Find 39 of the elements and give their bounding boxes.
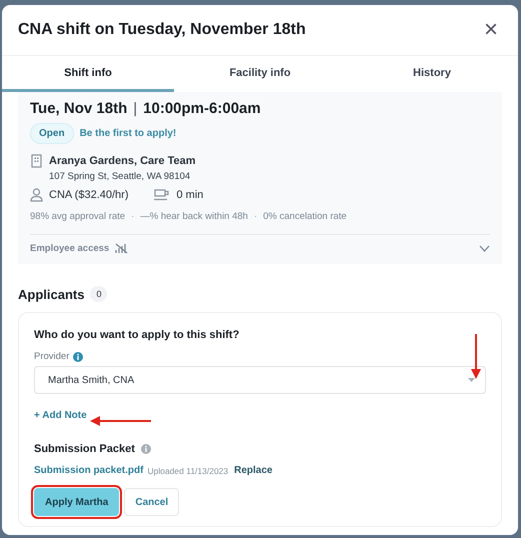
role-rate: CNA ($32.40/hr): [49, 189, 128, 201]
facility-name: Aranya Gardens, Care Team: [49, 155, 196, 167]
provider-label: Provider: [34, 351, 70, 362]
dot-separator: ·: [254, 211, 258, 222]
status-note: Be the first to apply!: [80, 128, 176, 139]
stat-text: 0% cancelation rate: [263, 211, 347, 222]
building-icon: [30, 154, 43, 168]
provider-select[interactable]: Martha Smith, CNA: [34, 366, 486, 394]
coffee-cup-icon: [154, 189, 170, 201]
chevron-icon[interactable]: [479, 245, 490, 252]
no-signal-icon: [115, 243, 128, 254]
annotation-arrow: [470, 334, 482, 380]
packet-heading: Submission Packet: [34, 443, 135, 455]
separator: |: [133, 100, 138, 117]
dot-separator: ·: [131, 211, 134, 222]
employee-access-label: Employee access: [30, 243, 110, 254]
cancel-button[interactable]: Cancel: [124, 488, 180, 516]
dialog-title: CNA shift on Tuesday, November 18th: [18, 21, 306, 39]
annotation-arrow: [90, 415, 152, 427]
info-icon: [140, 444, 151, 454]
facility-address: 107 Spring St, Seattle, WA 98104: [49, 171, 192, 182]
status-badge: Open: [30, 123, 74, 144]
stat-text: —% hear back within 48h: [140, 211, 248, 222]
add-note-link[interactable]: + Add Note: [34, 410, 87, 421]
upload-date: Uploaded 11/13/2023: [147, 466, 228, 476]
dropdown-caret-icon: [468, 378, 475, 382]
shift-time: 10:00pm-6:00am: [143, 100, 261, 117]
replace-link[interactable]: Replace: [234, 465, 272, 476]
break-length: 0 min: [176, 189, 204, 201]
applicants-heading: Applicants: [18, 286, 84, 302]
stat-text: 98% avg approval rate: [30, 211, 126, 222]
packet-file-link[interactable]: Submission packet.pdf: [34, 465, 144, 476]
person-icon: [30, 188, 43, 202]
shift-date: Tue, Nov 18th: [30, 100, 128, 117]
applicant-count: 0: [90, 286, 108, 302]
form-question: Who do you want to apply to this shift?: [34, 329, 240, 341]
close-button[interactable]: ×: [480, 18, 502, 42]
info-icon: [73, 352, 84, 362]
apply-button[interactable]: Apply Martha: [34, 488, 120, 516]
